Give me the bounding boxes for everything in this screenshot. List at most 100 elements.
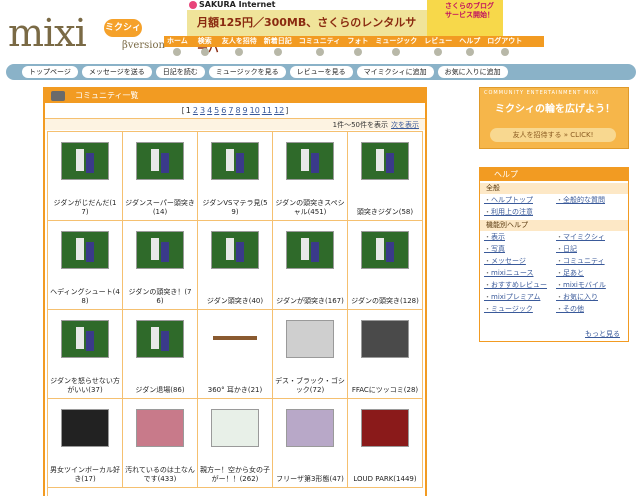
community-thumbnail[interactable] xyxy=(211,142,259,180)
community-thumbnail[interactable] xyxy=(136,142,184,180)
nav-search[interactable]: 検索 xyxy=(191,36,218,56)
community-thumbnail[interactable] xyxy=(286,320,334,358)
nav-invite[interactable]: 友人を招待 xyxy=(218,36,260,56)
community-thumbnail[interactable] xyxy=(361,320,409,358)
community-cell[interactable]: ジダンの頭突きスペシャル(451) xyxy=(273,132,348,221)
invite-banner[interactable]: COMMUNITY ENTERTAINMENT MIXI ミクシィの輪を広げよう… xyxy=(479,87,629,149)
community-cell[interactable]: ジダン頭突き(40) xyxy=(198,221,273,310)
mixi-logo[interactable]: mixi xyxy=(8,14,87,52)
community-cell[interactable]: FFACにツッコミ(28) xyxy=(348,310,423,399)
pager-link[interactable]: 8 xyxy=(235,106,240,115)
community-name-link[interactable]: ジダンの頭突きスペシャル(451) xyxy=(275,199,345,217)
subnav-view-music[interactable]: ミュージックを見る xyxy=(208,66,286,78)
pager-link[interactable]: 2 xyxy=(193,106,198,115)
community-cell[interactable]: 360° 耳かき(21) xyxy=(198,310,273,399)
community-thumbnail[interactable] xyxy=(61,231,109,269)
help-link[interactable]: おすすめレビュー xyxy=(484,279,556,291)
community-cell[interactable]: ジダンが頭突き(167) xyxy=(273,221,348,310)
community-thumbnail[interactable] xyxy=(361,231,409,269)
help-link[interactable]: 足あと xyxy=(556,267,628,279)
community-name-link[interactable]: 360° 耳かき(21) xyxy=(200,386,270,395)
community-name-link[interactable]: ジダン頭突き(40) xyxy=(200,297,270,306)
pager-link[interactable]: 6 xyxy=(221,106,226,115)
subnav-add-favorite[interactable]: お気に入りに追加 xyxy=(437,66,508,78)
community-name-link[interactable]: LOUD PARK(1449) xyxy=(350,475,420,484)
pager-link[interactable]: 5 xyxy=(214,106,219,115)
help-link[interactable]: 日記 xyxy=(556,243,628,255)
community-thumbnail[interactable] xyxy=(286,142,334,180)
community-cell[interactable]: デス・ブラック・ゴシック(72) xyxy=(273,310,348,399)
community-thumbnail[interactable] xyxy=(61,409,109,447)
community-thumbnail[interactable] xyxy=(286,231,334,269)
subnav-view-review[interactable]: レビューを見る xyxy=(289,66,353,78)
community-name-link[interactable]: ヘディングシュート(48) xyxy=(50,288,120,306)
help-link[interactable]: ミュージック xyxy=(484,303,556,315)
subnav-add-mymixi[interactable]: マイミクシィに追加 xyxy=(356,66,434,78)
help-link[interactable]: ヘルプトップ xyxy=(484,194,556,206)
community-thumbnail[interactable] xyxy=(361,409,409,447)
community-cell[interactable]: ジダンスーパー頭突き(14) xyxy=(123,132,198,221)
community-cell[interactable]: ジダンの頭突き(128) xyxy=(348,221,423,310)
help-link[interactable]: mixiモバイル xyxy=(556,279,628,291)
community-cell[interactable]: 親方ー！空から女の子がー！！(262) xyxy=(198,399,273,488)
help-link[interactable]: 全般的な質問 xyxy=(556,194,628,206)
community-name-link[interactable]: 親方ー！空から女の子がー！！(262) xyxy=(200,466,270,484)
community-name-link[interactable]: FFACにツッコミ(28) xyxy=(350,386,420,395)
pager-link[interactable]: 10 xyxy=(250,106,260,115)
pager-link[interactable]: 3 xyxy=(200,106,205,115)
community-cell[interactable]: ジダンVSマテラ見(59) xyxy=(198,132,273,221)
community-thumbnail[interactable] xyxy=(136,231,184,269)
help-more-link[interactable]: もっと見る xyxy=(585,329,620,339)
subnav-send-message[interactable]: メッセージを送る xyxy=(81,66,152,78)
help-link[interactable]: その他 xyxy=(556,303,628,315)
next-page-link[interactable]: 次を表示 xyxy=(391,121,419,129)
community-cell[interactable]: ジダン退場(86) xyxy=(123,310,198,399)
help-link[interactable]: 利用上の注意 xyxy=(484,206,556,218)
pager-link[interactable]: 9 xyxy=(243,106,248,115)
community-thumbnail[interactable] xyxy=(61,320,109,358)
community-cell[interactable]: 男女ツインボーカル好き(17) xyxy=(48,399,123,488)
help-link[interactable]: お気に入り xyxy=(556,291,628,303)
community-thumbnail[interactable] xyxy=(211,409,259,447)
help-link[interactable]: マイミクシィ xyxy=(556,231,628,243)
community-cell[interactable]: 汚れているのは土なんです(433) xyxy=(123,399,198,488)
community-cell[interactable]: ジダンを怒らせない方がいい(37) xyxy=(48,310,123,399)
community-thumbnail[interactable] xyxy=(211,231,259,269)
pager-link[interactable]: 12 xyxy=(274,106,284,115)
community-name-link[interactable]: 汚れているのは土なんです(433) xyxy=(125,466,195,484)
community-name-link[interactable]: デス・ブラック・ゴシック(72) xyxy=(275,377,345,395)
community-cell[interactable]: 頭突きジダン(58) xyxy=(348,132,423,221)
help-link[interactable]: コミュニティ xyxy=(556,255,628,267)
nav-music[interactable]: ミュージック xyxy=(372,36,421,56)
community-name-link[interactable]: ジダンの頭突き！(76) xyxy=(125,288,195,306)
help-link[interactable]: 写真 xyxy=(484,243,556,255)
nav-community[interactable]: コミュニティ xyxy=(295,36,344,56)
community-thumbnail[interactable] xyxy=(136,409,184,447)
community-name-link[interactable]: ジダンが頭突き(167) xyxy=(275,297,345,306)
community-name-link[interactable]: ジダン退場(86) xyxy=(125,386,195,395)
community-thumbnail[interactable] xyxy=(286,409,334,447)
community-name-link[interactable]: フリーザ第3形態(47) xyxy=(275,475,345,484)
nav-logout[interactable]: ログアウト xyxy=(484,36,526,56)
community-name-link[interactable]: ジダンの頭突き(128) xyxy=(350,297,420,306)
pager-link[interactable]: 7 xyxy=(228,106,233,115)
help-link[interactable]: メッセージ xyxy=(484,255,556,267)
nav-photo[interactable]: フォト xyxy=(344,36,372,56)
community-cell[interactable]: ジダンがじだんだ(17) xyxy=(48,132,123,221)
community-name-link[interactable]: 男女ツインボーカル好き(17) xyxy=(50,466,120,484)
community-cell[interactable]: ヘディングシュート(48) xyxy=(48,221,123,310)
nav-review[interactable]: レビュー xyxy=(421,36,456,56)
subnav-read-diary[interactable]: 日記を読む xyxy=(155,66,205,78)
community-thumbnail[interactable] xyxy=(136,320,184,358)
community-thumbnail[interactable] xyxy=(61,142,109,180)
help-link[interactable]: mixiプレミアム xyxy=(484,291,556,303)
pager-link[interactable]: 4 xyxy=(207,106,212,115)
help-link[interactable]: 表示 xyxy=(484,231,556,243)
nav-home[interactable]: ホーム xyxy=(164,36,191,56)
community-name-link[interactable]: ジダンスーパー頭突き(14) xyxy=(125,199,195,217)
ad-banner[interactable]: SAKURA Internet 月額125円／300MB、さくらのレンタルサーバ… xyxy=(187,0,503,55)
community-thumbnail[interactable] xyxy=(211,320,259,358)
community-cell[interactable]: LOUD PARK(1449) xyxy=(348,399,423,488)
community-name-link[interactable]: 頭突きジダン(58) xyxy=(350,208,420,217)
community-thumbnail[interactable] xyxy=(361,142,409,180)
